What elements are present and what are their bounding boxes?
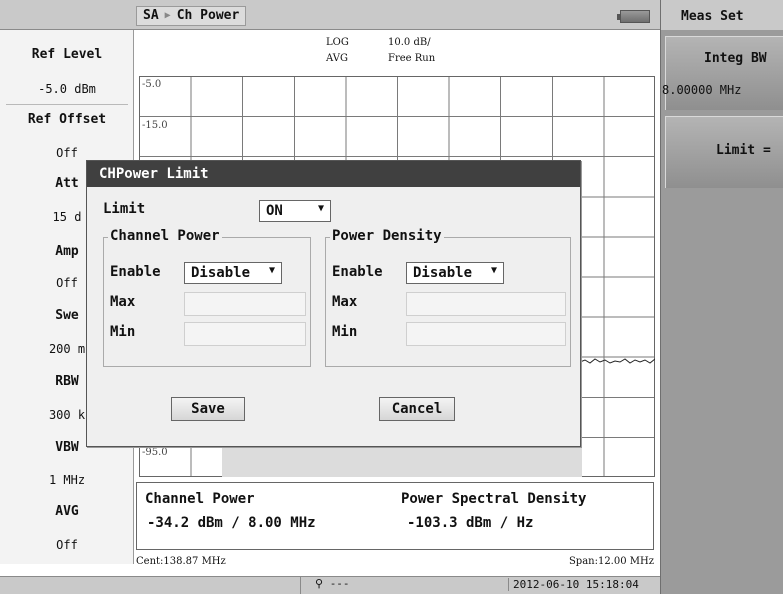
limit-label: Limit =: [716, 143, 771, 158]
chevron-right-icon: ▶: [164, 10, 171, 21]
cp-max-field[interactable]: [184, 292, 306, 316]
cp-min-label: Min: [110, 324, 136, 340]
power-density-group: Power Density Enable Disable ▼ Max Min: [325, 228, 571, 367]
avg-value[interactable]: Off: [0, 538, 134, 552]
channel-power-value: -34.2 dBm / 8.00 MHz: [147, 515, 316, 531]
power-density-group-title: Power Density: [330, 228, 444, 244]
channel-power-group: Channel Power Enable Disable ▼ Max Min: [103, 228, 311, 367]
measurement-label: Ch Power: [176, 8, 240, 23]
integ-bw-label: Integ BW: [704, 51, 767, 66]
spectrum-trace: [580, 358, 655, 364]
status-bar: ⚲ --- 2012-06-10 15:18:04: [0, 576, 660, 594]
scale-type: LOG: [326, 37, 349, 48]
scale-per-div: 10.0 dB/: [388, 37, 431, 48]
chevron-down-icon: ▼: [268, 265, 275, 276]
right-softkey-panel: Meas Set Integ BW 8.00000 MHz Limit =: [660, 0, 783, 594]
avg-label[interactable]: AVG: [0, 504, 134, 519]
psd-label: Power Spectral Density: [401, 491, 587, 507]
cp-enable-select[interactable]: Disable ▼: [184, 262, 282, 284]
psd-value: -103.3 dBm / Hz: [407, 515, 534, 531]
limit-select-value: ON: [266, 203, 283, 219]
y-axis-tick: -15.0: [140, 120, 170, 131]
cp-min-field[interactable]: [184, 322, 306, 346]
menu-title: Meas Set: [661, 0, 783, 30]
center-frequency: Cent:138.87 MHz: [136, 556, 226, 567]
frequency-footer: Cent:138.87 MHz Span:12.00 MHz: [136, 552, 656, 572]
chevron-down-icon: ▼: [317, 203, 324, 214]
pd-max-label: Max: [332, 294, 358, 310]
detector-type: AVG: [326, 53, 348, 64]
top-bar: SA ▶ Ch Power: [0, 0, 660, 30]
cp-enable-value: Disable: [191, 265, 251, 281]
ref-level-label[interactable]: Ref Level: [0, 47, 134, 62]
pd-enable-select[interactable]: Disable ▼: [406, 262, 504, 284]
integ-bw-value: 8.00000 MHz: [662, 83, 742, 97]
ref-level-value[interactable]: -5.0 dBm: [0, 82, 134, 96]
pd-max-field[interactable]: [406, 292, 566, 316]
limit-select[interactable]: ON ▼: [259, 200, 331, 222]
sweep-mode: Free Run: [388, 53, 436, 64]
ref-offset-label[interactable]: Ref Offset: [0, 112, 134, 127]
channel-power-label: Channel Power: [145, 491, 255, 507]
pd-min-label: Min: [332, 324, 358, 340]
limit-label: Limit: [103, 201, 146, 217]
save-button[interactable]: Save: [171, 397, 245, 421]
vbw-value[interactable]: 1 MHz: [0, 473, 134, 487]
results-panel: Channel Power -34.2 dBm / 8.00 MHz Power…: [136, 482, 654, 550]
mode-tab[interactable]: SA ▶ Ch Power: [136, 6, 247, 26]
satellite-icon: ⚲: [315, 577, 324, 590]
y-axis-tick: -95.0: [140, 447, 170, 458]
channel-power-group-title: Channel Power: [108, 228, 222, 244]
dialog-title: CHPower Limit: [87, 161, 580, 187]
pd-enable-label: Enable: [332, 264, 383, 280]
gps-status: ⚲ ---: [300, 577, 350, 594]
mode-label: SA: [143, 8, 159, 23]
limit-button[interactable]: Limit =: [665, 116, 783, 188]
cancel-button[interactable]: Cancel: [379, 397, 455, 421]
y-axis-tick: -5.0: [140, 79, 164, 90]
battery-icon: [617, 10, 650, 23]
divider: [6, 104, 128, 105]
chpower-limit-dialog: CHPower Limit Limit ON ▼ Channel Power E…: [86, 160, 581, 447]
pd-enable-value: Disable: [413, 265, 473, 281]
chevron-down-icon: ▼: [490, 265, 497, 276]
cp-enable-label: Enable: [110, 264, 161, 280]
integ-bw-button[interactable]: Integ BW 8.00000 MHz: [662, 36, 783, 110]
channel-band-highlight: [222, 444, 582, 477]
datetime: 2012-06-10 15:18:04: [508, 578, 639, 591]
span-frequency: Span:12.00 MHz: [568, 556, 654, 567]
gps-value: ---: [329, 577, 350, 590]
pd-min-field[interactable]: [406, 322, 566, 346]
cp-max-label: Max: [110, 294, 136, 310]
ref-offset-value[interactable]: Off: [0, 146, 134, 160]
